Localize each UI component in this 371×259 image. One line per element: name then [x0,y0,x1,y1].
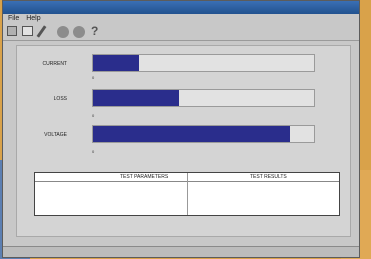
loss-bar-fill [93,90,180,106]
table-row [35,198,339,206]
measurement-panel: CURRENT 0 LOSS 0 VOLTAGE 0 TEST PARAMETE… [16,45,351,237]
save-icon[interactable] [7,26,17,36]
stop-icon[interactable] [73,26,85,38]
menu-bar: File Help [3,14,359,24]
voltage-bar-fill [93,126,290,142]
test-parameters-header: TEST PARAMETERS [120,174,169,180]
open-icon[interactable] [22,26,33,36]
voltage-scale-min: 0 [92,149,95,154]
test-results-header: TEST RESULTS [250,174,287,180]
voltage-bar [92,125,315,143]
title-bar [3,1,359,14]
status-bar [3,246,359,257]
app-window: File Help ? CURRENT 0 LOSS 0 VOLTAGE 0 T… [2,0,360,258]
edit-icon[interactable] [36,25,47,38]
loss-bar [92,89,315,107]
toolbar: ? [3,24,359,41]
table-row [35,190,339,198]
loss-scale-min: 0 [92,113,95,118]
table-row [35,182,339,190]
menu-file[interactable]: File [8,15,19,22]
voltage-scale: 0 [92,149,315,155]
voltage-label: VOLTAGE [44,132,67,138]
current-scale: 0 [92,75,315,81]
current-bar [92,54,315,72]
current-label: CURRENT [42,61,67,67]
table-row [35,206,339,214]
help-icon[interactable]: ? [91,24,98,38]
loss-label: LOSS [53,96,67,102]
test-table: TEST PARAMETERS TEST RESULTS [34,172,340,216]
loss-scale: 0 [92,113,315,119]
menu-help[interactable]: Help [26,15,40,22]
current-bar-fill [93,55,140,71]
run-icon[interactable] [57,26,69,38]
current-scale-min: 0 [92,75,95,80]
